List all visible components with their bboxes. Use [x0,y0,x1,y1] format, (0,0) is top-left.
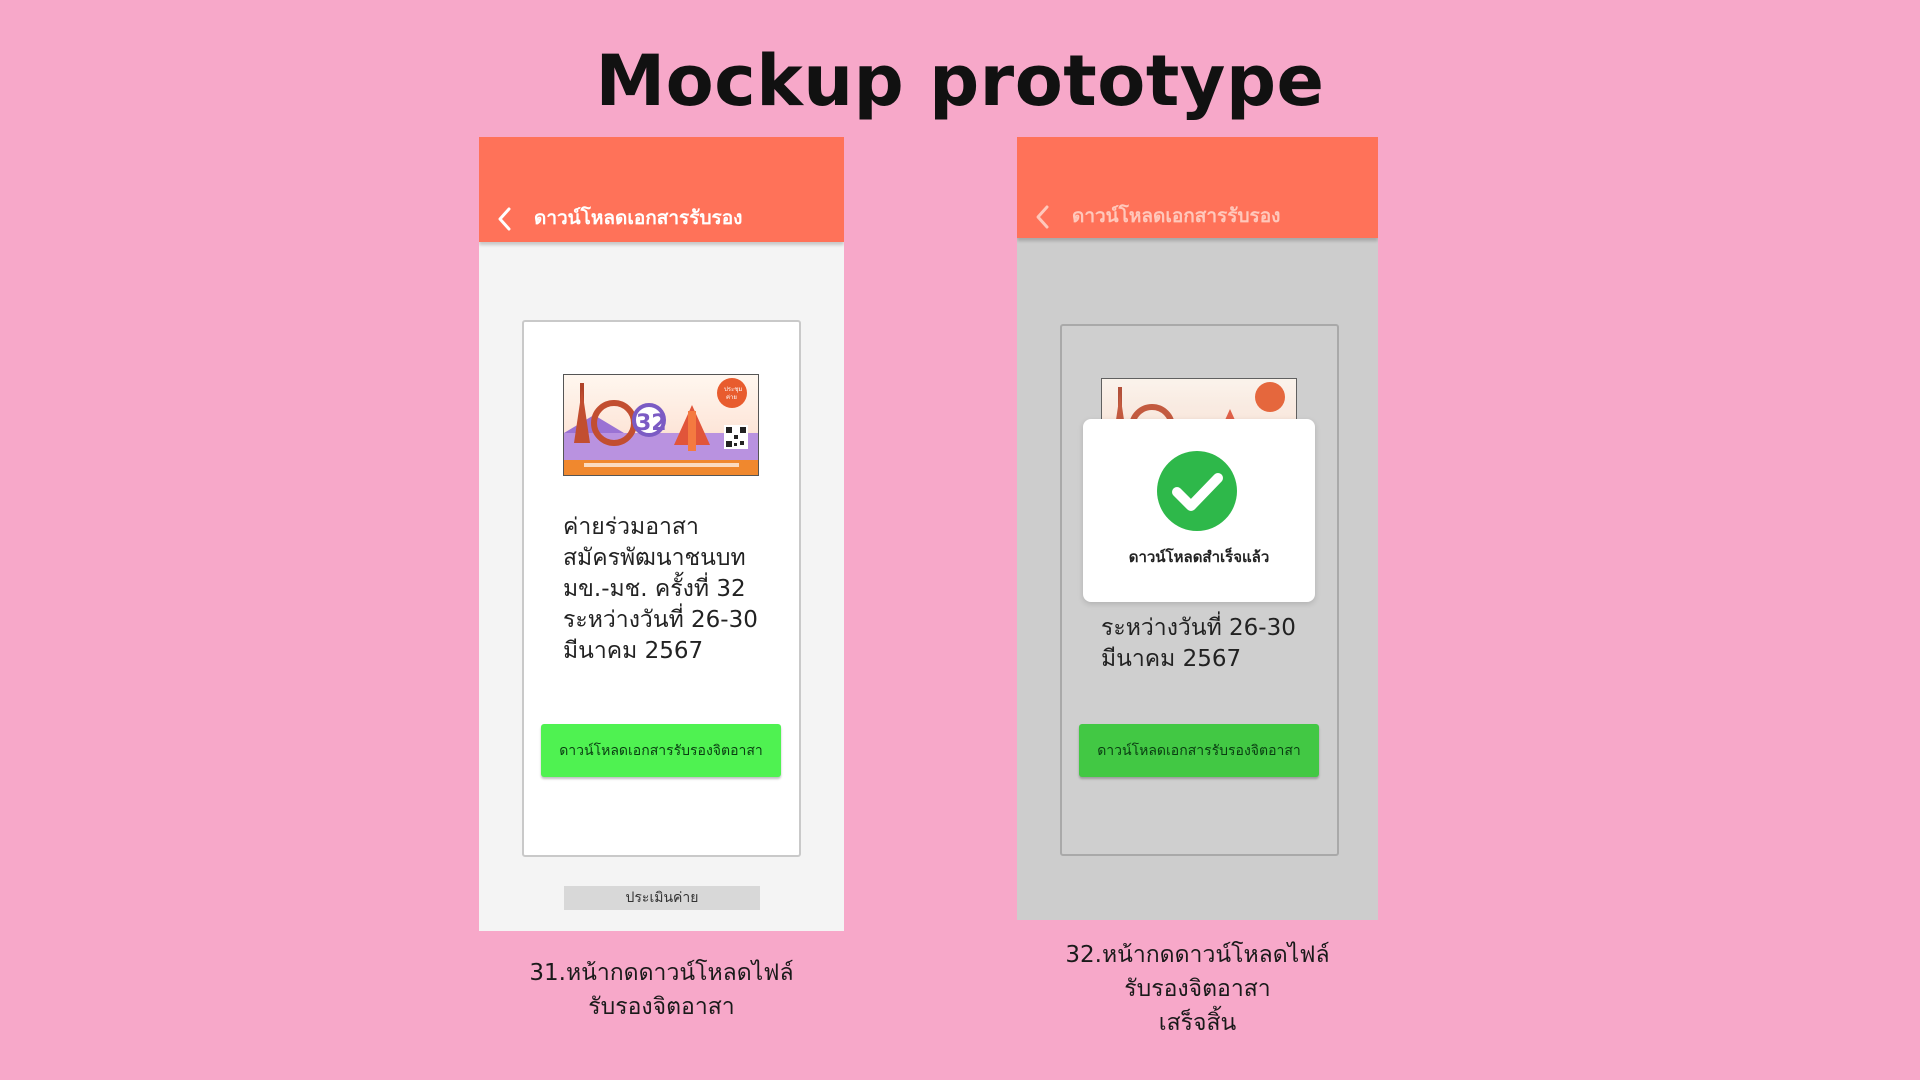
slide-title: Mockup prototype [595,40,1325,122]
camp-description: ระหว่างวันที่ 26-30 มีนาคม 2567 [1101,613,1321,675]
app-bar: ดาวน์โหลดเอกสารรับรอง [479,137,844,242]
camp-line: สมัครพัฒนาชนบท [563,545,746,571]
camp-line: ระหว่างวันที่ 26-30 [563,607,758,633]
caption-line: 31.หน้ากดดาวน์โหลดไฟล์ [529,960,794,986]
screen-caption-31: 31.หน้ากดดาวน์โหลดไฟล์ รับรองจิตอาสา [479,956,844,1024]
camp-line: ค่ายร่วมอาสา [563,514,699,540]
download-certificate-button[interactable]: ดาวน์โหลดเอกสารรับรองจิตอาสา [1079,724,1319,777]
back-chevron-icon[interactable] [495,205,515,233]
app-bar: ดาวน์โหลดเอกสารรับรอง [1017,137,1378,238]
download-certificate-button[interactable]: ดาวน์โหลดเอกสารรับรองจิตอาสา [541,724,781,777]
caption-line: 32.หน้ากดดาวน์โหลดไฟล์ [1065,942,1330,968]
camp-line: ระหว่างวันที่ 26-30 [1101,615,1296,641]
phone-screen-31: ดาวน์โหลดเอกสารรับรอง 32 ประชุม ค่าย ค่า… [479,137,844,931]
poster-logo: 32 [636,411,667,436]
poster-badge-line2: ค่าย [726,394,737,401]
caption-line: รับรองจิตอาสา [1124,976,1271,1002]
qr-code-icon [724,425,748,449]
camp-line: มข.-มช. ครั้งที่ 32 [563,576,746,602]
certificate-card: 32 ประชุม ค่าย ค่ายร่วมอาสา สมัครพัฒนาชน… [522,320,801,857]
caption-line: รับรองจิตอาสา [588,994,735,1020]
camp-poster: 32 ประชุม ค่าย [563,374,759,476]
camp-description: ค่ายร่วมอาสา สมัครพัฒนาชนบท มข.-มช. ครั้… [563,512,783,667]
poster-artwork: 32 ประชุม ค่าย [564,378,758,475]
app-bar-title: ดาวน์โหลดเอกสารรับรอง [1072,205,1281,227]
check-circle-icon [1157,451,1237,531]
success-message: ดาวน์โหลดสำเร็จแล้ว [1128,548,1270,566]
download-success-dialog: ดาวน์โหลดสำเร็จแล้ว [1083,419,1315,602]
caption-line: เสร็จสิ้น [1158,1010,1237,1036]
camp-line: มีนาคม 2567 [563,638,704,664]
screen-caption-32: 32.หน้ากดดาวน์โหลดไฟล์ รับรองจิตอาสา เสร… [1017,938,1378,1040]
poster-badge-line1: ประชุม [724,386,742,393]
evaluate-camp-button[interactable]: ประเมินค่าย [564,886,760,910]
app-bar-title: ดาวน์โหลดเอกสารรับรอง [534,207,743,229]
back-chevron-icon[interactable] [1033,203,1053,231]
camp-line: มีนาคม 2567 [1101,646,1242,672]
